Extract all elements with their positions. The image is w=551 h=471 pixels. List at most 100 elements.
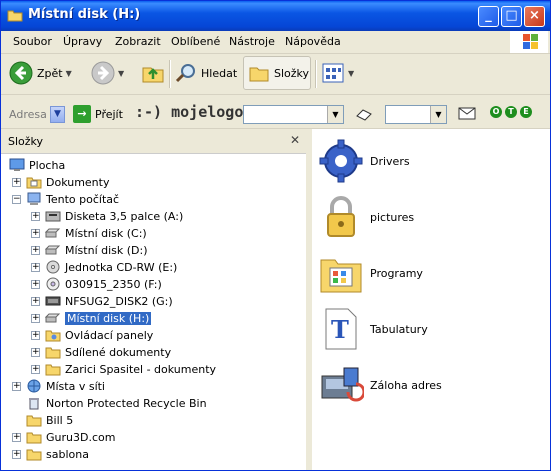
title-bar[interactable]: Místní disk (H:) _ □ × [1,1,550,31]
forward-button[interactable]: ▼ [91,56,124,90]
expand-icon[interactable]: + [12,178,21,187]
chevron-down-icon[interactable]: ▼ [348,69,354,78]
menu-soubor[interactable]: Soubor [13,35,52,48]
chevron-down-icon[interactable]: ▼ [118,69,124,78]
tree-item-cd-e[interactable]: Jednotka CD-RW (E:) [45,259,177,275]
control-panel-icon [45,330,61,342]
go-arrow-icon: → [73,105,91,123]
folders-label: Složky [274,66,310,80]
recycle-bin-icon [29,398,39,410]
program-folder-icon [320,259,362,293]
minimize-button[interactable]: _ [478,6,499,27]
item-tabulatury[interactable]: T Tabulatury [318,305,428,353]
status-dot-e[interactable]: E [520,106,532,118]
desktop-icon [9,158,25,171]
tree-item-plocha[interactable]: Plocha [9,157,65,173]
documents-folder-icon [26,177,42,189]
tree-item-disk-f[interactable]: 030915_2350 (F:) [45,276,162,292]
item-pictures[interactable]: pictures [318,193,414,241]
eraser-icon[interactable] [355,107,375,121]
address-dropdown-button[interactable]: ▼ [50,106,65,123]
status-dot-t[interactable]: T [505,106,517,118]
tree-item-bill5[interactable]: Bill 5 [26,412,73,428]
menu-oblibene[interactable]: Oblíbené [171,35,220,48]
expand-icon[interactable]: + [31,229,40,238]
expand-icon[interactable]: + [31,246,40,255]
backup-icon [321,367,364,402]
folders-button[interactable]: Složky [243,56,311,90]
tree-item-disk-d[interactable]: Místní disk (D:) [45,242,148,258]
search-icon [175,64,195,83]
folders-pane: Složky ✕ Plocha + Dokumenty − Tento počí… [1,129,309,470]
mail-icon[interactable] [458,107,476,120]
toolbar-separator [315,60,317,88]
hard-drive-icon [45,245,61,255]
network-icon [27,379,41,393]
floppy-drive-icon [45,211,61,222]
window-title: Místní disk (H:) [28,7,141,22]
expand-icon[interactable]: + [31,212,40,221]
tree-item-disk-c[interactable]: Místní disk (C:) [45,225,147,241]
tree-item-disk-g[interactable]: NFSUG2_DISK2 (G:) [45,293,173,309]
expand-icon[interactable]: + [31,331,40,340]
chevron-down-icon[interactable]: ▼ [327,106,343,123]
maximize-button[interactable]: □ [501,6,522,27]
expand-icon[interactable]: + [12,433,21,442]
expand-icon[interactable]: + [31,348,40,357]
hard-drive-icon [45,313,61,323]
chevron-down-icon[interactable]: ▼ [430,106,446,123]
toolbar: Zpět ▼ ▼ Hledat Složky ▼ [1,54,550,95]
tree-item-disk-h[interactable]: Místní disk (H:) [45,310,152,326]
folder-icon [45,364,61,376]
close-icon[interactable]: ✕ [290,133,300,147]
lock-icon [327,196,355,237]
tree-item-tento-pocitac[interactable]: Tento počítač [26,191,119,207]
up-folder-button[interactable] [141,56,165,90]
folder-up-icon [142,67,164,83]
item-drivers[interactable]: Drivers [318,137,410,185]
item-zaloha-adres[interactable]: Záloha adres [318,361,442,409]
expand-icon[interactable]: + [31,263,40,272]
svg-text:T: T [331,315,349,344]
expand-icon[interactable]: + [12,450,21,459]
views-icon [322,63,344,83]
status-dot-o[interactable]: O [490,106,502,118]
tree-item-disketa[interactable]: Disketa 3,5 palce (A:) [45,208,183,224]
disc-label-icon [45,296,61,306]
menu-upravy[interactable]: Úpravy [63,35,102,48]
expand-icon[interactable]: + [31,280,40,289]
search-combo[interactable]: ▼ [243,105,344,124]
menu-napoveda[interactable]: Nápověda [285,35,341,48]
tree-item-dokumenty[interactable]: Dokumenty [26,174,109,190]
address-bar: Adresa ▼ → Přejít :-) mojelogo ▼ ▼ O T E [1,95,550,129]
back-arrow-icon [9,61,33,85]
computer-icon [27,192,41,205]
tree-item-ovladaci-panely[interactable]: Ovládací panely [45,327,153,343]
secondary-combo[interactable]: ▼ [385,105,447,124]
menu-nastroje[interactable]: Nástroje [229,35,275,48]
item-programy[interactable]: Programy [318,249,423,297]
expand-icon[interactable]: + [31,314,40,323]
tree-item-mista-v-siti[interactable]: Místa v síti [26,378,105,394]
expand-icon[interactable]: + [31,365,40,374]
tree-item-guru3d[interactable]: Guru3D.com [26,429,115,445]
search-button[interactable]: Hledat [175,56,237,90]
menu-zobrazit[interactable]: Zobrazit [115,35,161,48]
folder-icon [45,347,61,359]
cd-disc-icon [46,277,60,291]
views-button[interactable]: ▼ [321,56,354,90]
folders-pane-title: Složky [8,135,44,148]
expand-icon[interactable]: + [12,382,21,391]
content-pane: Drivers pictures Programy T Tabulatury Z… [312,129,550,470]
tree-item-zarici[interactable]: Zarici Spasitel - dokumenty [45,361,216,377]
go-button[interactable]: → Přejít [73,105,123,123]
back-button[interactable]: Zpět ▼ [9,56,72,90]
chevron-down-icon[interactable]: ▼ [66,69,72,78]
collapse-icon[interactable]: − [12,195,21,204]
tree-item-norton[interactable]: Norton Protected Recycle Bin [26,395,207,411]
expand-icon[interactable]: + [31,297,40,306]
tree-item-sdilene[interactable]: Sdílené dokumenty [45,344,171,360]
close-button[interactable]: × [524,6,545,27]
toolbar-separator [169,60,171,88]
tree-item-sablona[interactable]: sablona [26,446,89,462]
